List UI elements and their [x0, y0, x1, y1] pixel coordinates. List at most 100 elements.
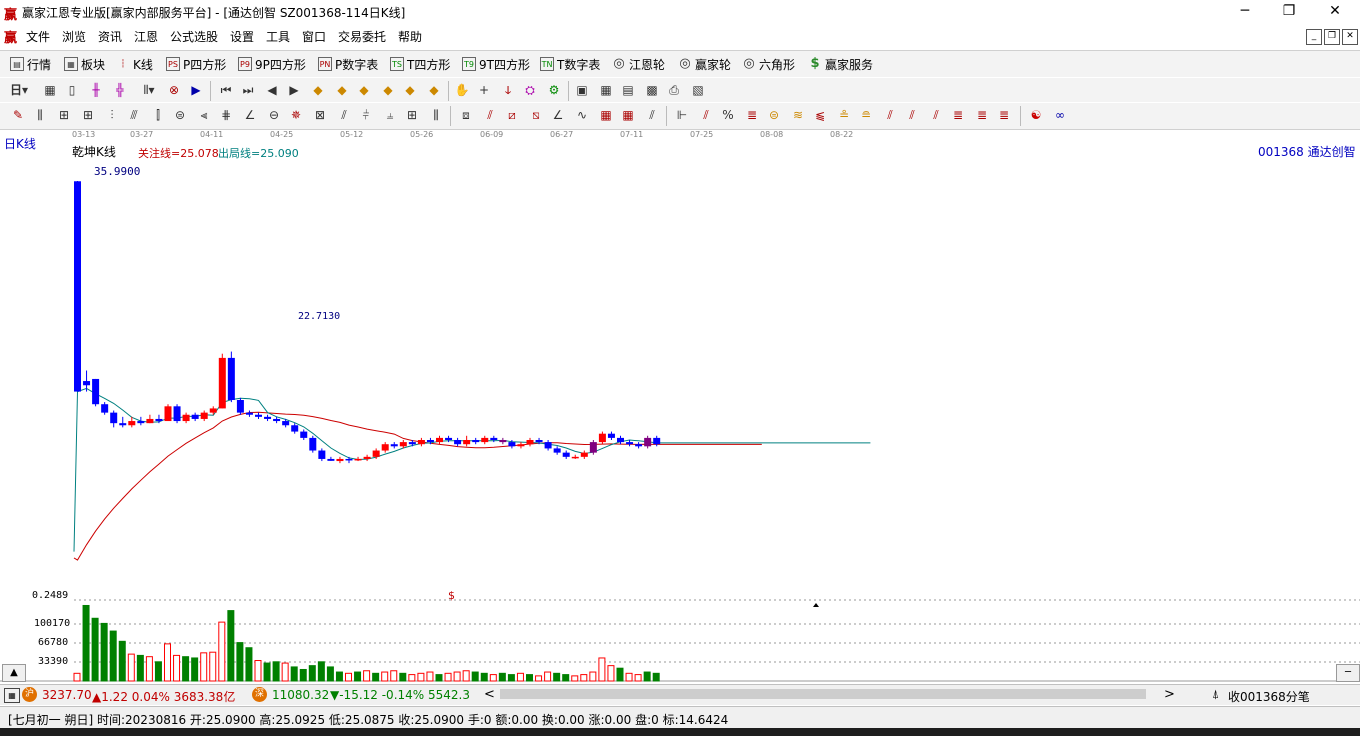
bars-tool-1-icon[interactable]: ⫩ — [358, 107, 374, 123]
line-tool-3-icon[interactable]: ⊞ — [80, 107, 96, 123]
gann-fan-icon[interactable]: ⫽ — [482, 107, 498, 123]
bar-style-dropdown[interactable]: ⫴▾ — [136, 82, 162, 98]
toolbar-blocks-button[interactable]: ▦ 板块 — [64, 55, 105, 73]
bars-tool-4-icon[interactable]: ⫼ — [428, 107, 444, 123]
collapse-button[interactable]: ─ — [1336, 664, 1360, 682]
matrix-icon-2[interactable]: ▦ — [620, 107, 636, 123]
levels-icon-3[interactable]: ≋ — [790, 107, 806, 123]
menu-trade[interactable]: 交易委托 — [338, 28, 386, 45]
levels-icon-1[interactable]: ≣ — [744, 107, 760, 123]
menu-window[interactable]: 窗口 — [302, 28, 326, 45]
toolbar-tsquare-button[interactable]: TS T四方形 — [390, 55, 450, 73]
menu-tools[interactable]: 工具 — [266, 28, 290, 45]
grid-tool-icon[interactable]: ⋕ — [218, 107, 234, 123]
restore-button[interactable]: ❐ — [1266, 0, 1312, 24]
last-icon[interactable]: ⏭ — [240, 82, 256, 98]
toolbar-winner-wheel-button[interactable]: ◎ 赢家轮 — [678, 55, 731, 73]
line-tool-6-icon[interactable]: ⫿ — [150, 107, 166, 123]
levels-icon-10[interactable]: ≣ — [950, 107, 966, 123]
circle-tool-icon[interactable]: ⊜ — [172, 107, 188, 123]
diamond-icon-1[interactable]: ◆ — [310, 82, 326, 98]
menu-info[interactable]: 资讯 — [98, 28, 122, 45]
levels-icon-8[interactable]: ⫽ — [904, 107, 920, 123]
levels-icon-9[interactable]: ⫽ — [928, 107, 944, 123]
first-icon[interactable]: ⏮ — [218, 82, 234, 98]
save-icon[interactable]: ▩ — [644, 82, 660, 98]
wave-icon[interactable]: ∿ — [574, 107, 590, 123]
toolbar-quotes-button[interactable]: ▤ 行情 — [10, 55, 51, 73]
cycle-tool-icon[interactable]: ⊖ — [266, 107, 282, 123]
menu-file[interactable]: 文件 — [26, 28, 50, 45]
crosshair-icon[interactable]: + — [476, 82, 492, 98]
ray-tool-icon[interactable]: ⫽ — [336, 107, 352, 123]
right-icon[interactable]: ▶ — [286, 82, 302, 98]
bars-tool-2-icon[interactable]: ⫨ — [382, 107, 398, 123]
magic-icon[interactable]: ⛭ — [522, 82, 538, 98]
fan-tool-icon[interactable]: ⫷ — [196, 107, 212, 123]
document-icon[interactable]: ▯ — [64, 82, 80, 98]
matrix-icon-1[interactable]: ▦ — [598, 107, 614, 123]
toolbar-9tsquare-button[interactable]: T9 9T四方形 — [462, 55, 530, 73]
calculator-icon[interactable]: ▦ — [598, 82, 614, 98]
menu-browse[interactable]: 浏览 — [62, 28, 86, 45]
toolbar-9psquare-button[interactable]: P9 9P四方形 — [238, 55, 306, 73]
left-icon[interactable]: ◀ — [264, 82, 280, 98]
period-dropdown[interactable]: 日▾ — [10, 82, 38, 98]
diamond-icon-5[interactable]: ◆ — [402, 82, 418, 98]
mdi-minimize-button[interactable]: _ — [1306, 29, 1322, 45]
menu-gann[interactable]: 江恩 — [134, 28, 158, 45]
export-icon[interactable]: ▧ — [690, 82, 706, 98]
chart-type-icon[interactable]: ▦ — [42, 82, 58, 98]
levels-icon-6[interactable]: ≘ — [858, 107, 874, 123]
toolbar-pnumber-button[interactable]: PN P数字表 — [318, 55, 378, 73]
kline-chart-icon[interactable]: ╫ — [88, 82, 104, 98]
diamond-icon-3[interactable]: ◆ — [356, 82, 372, 98]
candle-chart-icon[interactable]: ╬ — [112, 82, 128, 98]
toolbar-hexagon-button[interactable]: ◎ 六角形 — [742, 55, 795, 73]
close-button[interactable]: ✕ — [1312, 0, 1358, 24]
diamond-icon-6[interactable]: ◆ — [426, 82, 442, 98]
scroll-left-arrow[interactable]: < — [484, 687, 495, 702]
percent-icon[interactable]: % — [720, 107, 736, 123]
toolbar-gann-wheel-button[interactable]: ◎ 江恩轮 — [612, 55, 665, 73]
table-icon[interactable]: ▦ — [4, 688, 20, 703]
line-tool-4-icon[interactable]: ⫶ — [104, 107, 120, 123]
minimize-button[interactable]: ─ — [1222, 0, 1268, 24]
box-tool-icon[interactable]: ⧈ — [458, 107, 474, 123]
levels-icon-4[interactable]: ⫹ — [812, 107, 828, 123]
line-angle-icon[interactable]: ∠ — [550, 107, 566, 123]
diamond-icon-2[interactable]: ◆ — [334, 82, 350, 98]
infinity-icon[interactable]: ∞ — [1052, 107, 1068, 123]
toolbar-kline-button[interactable]: ┆ K线 — [116, 55, 153, 73]
angle-tool-icon[interactable]: ∠ — [242, 107, 258, 123]
signal-icon[interactable]: ▶ — [188, 82, 204, 98]
scrollbar-thumb[interactable] — [500, 689, 1146, 699]
menu-settings[interactable]: 设置 — [230, 28, 254, 45]
toolbar-service-button[interactable]: $ 赢家服务 — [808, 55, 873, 73]
diamond-icon-4[interactable]: ◆ — [380, 82, 396, 98]
parallel-icon[interactable]: ⫽ — [644, 107, 660, 123]
fib-icon[interactable]: ⫽ — [698, 107, 714, 123]
line-tool-1-icon[interactable]: ⫼ — [32, 107, 48, 123]
toolbar-tnumber-button[interactable]: TN T数字表 — [540, 55, 600, 73]
menu-help[interactable]: 帮助 — [398, 28, 422, 45]
expand-up-button[interactable]: ▲ — [2, 664, 26, 682]
yinyang-icon[interactable]: ☯ — [1028, 107, 1044, 123]
gann-box-icon[interactable]: ⧅ — [528, 107, 544, 123]
mdi-restore-button[interactable]: ❐ — [1324, 29, 1340, 45]
levels-icon-2[interactable]: ⊜ — [766, 107, 782, 123]
line-tool-2-icon[interactable]: ⊞ — [56, 107, 72, 123]
pen-icon[interactable]: ✎ — [10, 107, 26, 123]
gann-grid-icon[interactable]: ⧄ — [504, 107, 520, 123]
levels-icon-12[interactable]: ≣ — [996, 107, 1012, 123]
kline-chart[interactable] — [0, 130, 1360, 682]
levels-icon-5[interactable]: ≗ — [836, 107, 852, 123]
scroll-right-arrow[interactable]: > — [1164, 687, 1175, 702]
mdi-close-button[interactable]: ✕ — [1342, 29, 1358, 45]
toolbar-psquare-button[interactable]: PS P四方形 — [166, 55, 226, 73]
calendar-icon[interactable]: ▣ — [574, 82, 590, 98]
hand-icon[interactable]: ✋ — [454, 82, 470, 98]
line-tool-5-icon[interactable]: ⫻ — [126, 107, 142, 123]
trend-icon[interactable]: ↆ — [500, 82, 516, 98]
square-tool-icon[interactable]: ⊠ — [312, 107, 328, 123]
